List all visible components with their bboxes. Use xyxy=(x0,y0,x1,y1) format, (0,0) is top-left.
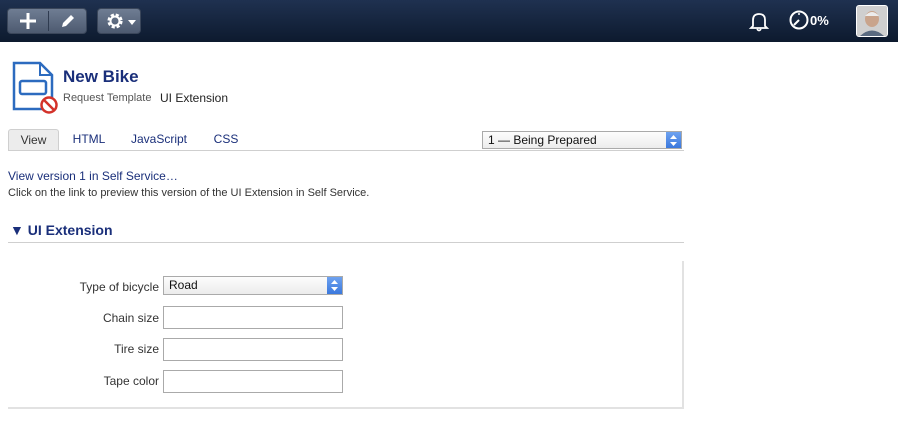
type-of-bicycle-value: Road xyxy=(169,278,198,292)
avatar[interactable] xyxy=(856,5,888,37)
tab-javascript[interactable]: JavaScript xyxy=(123,129,195,149)
record-subtype: UI Extension xyxy=(160,91,229,105)
request-template-icon xyxy=(12,61,58,114)
view-in-self-service-link[interactable]: View version 1 in Self Service… xyxy=(8,169,178,183)
select-arrows-icon xyxy=(666,132,681,148)
tape-color-label: Tape color xyxy=(103,374,159,388)
tab-html[interactable]: HTML xyxy=(64,129,114,149)
tape-color-field[interactable] xyxy=(163,370,343,393)
record-type: Request Template xyxy=(63,92,152,104)
status-select-value: 1 — Being Prepared xyxy=(488,133,597,147)
tire-size-label: Tire size xyxy=(114,342,159,356)
tire-size-field[interactable] xyxy=(163,338,343,361)
page-title: New Bike xyxy=(63,67,139,86)
user-photo-icon xyxy=(857,6,887,36)
tab-css[interactable]: CSS xyxy=(204,129,248,149)
bell-icon[interactable] xyxy=(748,10,770,32)
type-of-bicycle-label: Type of bicycle xyxy=(79,280,159,294)
edit-button[interactable] xyxy=(49,9,87,33)
progress-percent: 0% xyxy=(810,13,829,28)
plus-icon xyxy=(20,13,36,29)
status-select[interactable]: 1 — Being Prepared xyxy=(482,131,682,149)
caret-down-icon xyxy=(128,20,136,25)
select-arrows-icon xyxy=(327,277,342,294)
add-edit-button-group xyxy=(7,8,87,34)
settings-button[interactable] xyxy=(97,8,141,34)
type-of-bicycle-select[interactable]: Road xyxy=(163,276,343,295)
tab-view[interactable]: View xyxy=(8,129,59,150)
gear-icon xyxy=(107,13,123,29)
add-button[interactable] xyxy=(8,9,48,33)
chain-size-label: Chain size xyxy=(102,311,159,325)
preview-help-text: Click on the link to preview this versio… xyxy=(8,187,370,199)
gauge-icon[interactable] xyxy=(788,9,810,31)
section-toggle-ui-extension[interactable]: ▼ UI Extension xyxy=(10,222,113,238)
section-divider xyxy=(8,242,684,243)
top-toolbar: 0% xyxy=(0,0,898,42)
pencil-icon xyxy=(62,15,74,27)
chain-size-field[interactable] xyxy=(163,306,343,329)
